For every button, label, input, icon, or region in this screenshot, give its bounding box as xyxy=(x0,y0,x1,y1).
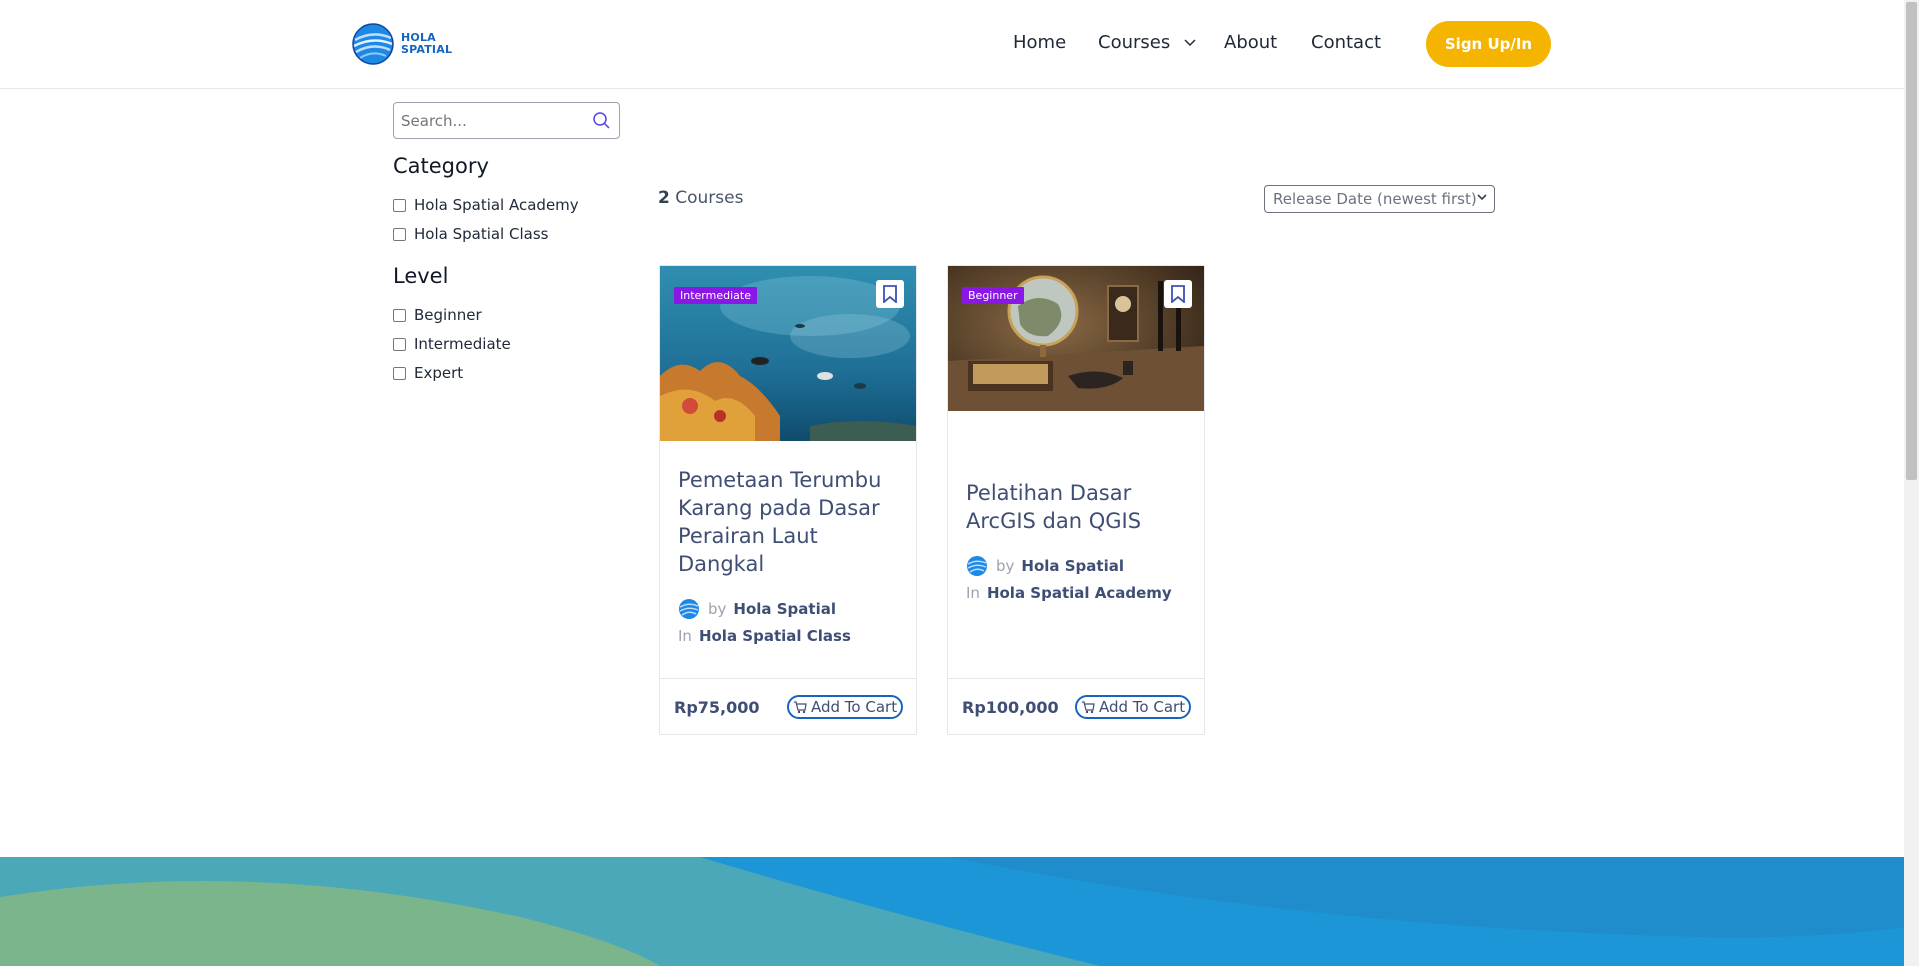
checkbox[interactable] xyxy=(393,366,406,380)
checkbox[interactable] xyxy=(393,337,406,351)
card-footer: Rp75,000 Add To Cart xyxy=(660,678,916,735)
course-author-row: by Hola Spatial xyxy=(678,598,836,620)
level-filter-expert[interactable]: Expert xyxy=(393,364,463,382)
level-badge: Intermediate xyxy=(674,287,757,304)
level-label: Beginner xyxy=(414,306,482,324)
course-author-row: by Hola Spatial xyxy=(966,555,1124,577)
cart-icon xyxy=(794,700,807,713)
category-link[interactable]: Hola Spatial Class xyxy=(699,627,851,645)
level-badge: Beginner xyxy=(962,287,1024,304)
author-avatar xyxy=(679,599,699,619)
course-count-label: Courses xyxy=(675,188,744,208)
course-thumbnail[interactable]: Beginner xyxy=(948,266,1204,411)
footer-wave-decoration xyxy=(0,857,1904,966)
course-title[interactable]: Pemetaan Terumbu Karang pada Dasar Perai… xyxy=(678,466,903,578)
level-label: Intermediate xyxy=(414,335,511,353)
level-filter-intermediate[interactable]: Intermediate xyxy=(393,335,511,353)
nav-about[interactable]: About xyxy=(1224,32,1277,53)
wave-graphic xyxy=(0,857,1904,966)
card-footer: Rp100,000 Add To Cart xyxy=(948,678,1204,735)
in-label: In xyxy=(678,627,692,645)
level-label: Expert xyxy=(414,364,464,382)
course-count: 2 Courses xyxy=(658,188,743,208)
course-count-number: 2 xyxy=(658,188,670,208)
course-title[interactable]: Pelatihan Dasar ArcGIS dan QGIS xyxy=(966,479,1191,535)
checkbox[interactable] xyxy=(393,308,406,322)
logo-text-line2: SPATIAL xyxy=(401,43,453,56)
bookmark-button[interactable] xyxy=(876,280,904,308)
category-link[interactable]: Hola Spatial Academy xyxy=(987,584,1172,602)
category-label: Hola Spatial Academy xyxy=(414,196,579,214)
add-to-cart-label: Add To Cart xyxy=(1099,698,1186,716)
chevron-down-icon xyxy=(1477,194,1487,201)
course-category-row: In Hola Spatial Class xyxy=(678,627,851,645)
nav-contact[interactable]: Contact xyxy=(1311,32,1381,53)
by-label: by xyxy=(708,600,727,618)
nav-courses-label: Courses xyxy=(1098,32,1171,53)
sort-selected-value: Release Date (newest first) xyxy=(1273,190,1477,208)
category-filter-academy[interactable]: Hola Spatial Academy xyxy=(393,196,579,214)
search-icon[interactable] xyxy=(592,111,611,130)
category-label: Hola Spatial Class xyxy=(414,225,549,243)
checkbox[interactable] xyxy=(393,198,406,212)
author-name[interactable]: Hola Spatial xyxy=(733,600,836,618)
author-avatar xyxy=(967,556,987,576)
by-label: by xyxy=(996,557,1015,575)
sort-select[interactable]: Release Date (newest first) xyxy=(1264,185,1495,213)
course-card[interactable]: Intermediate Pemetaan Terumbu Karang pad… xyxy=(659,265,917,735)
bookmark-icon xyxy=(1171,285,1185,303)
bookmark-icon xyxy=(883,285,897,303)
site-logo[interactable]: HOLA SPATIAL xyxy=(351,22,452,66)
add-to-cart-label: Add To Cart xyxy=(811,698,898,716)
course-price: Rp75,000 xyxy=(674,698,760,717)
course-thumbnail[interactable]: Intermediate xyxy=(660,266,916,441)
author-name[interactable]: Hola Spatial xyxy=(1021,557,1124,575)
bookmark-button[interactable] xyxy=(1164,280,1192,308)
globe-logo-icon xyxy=(352,23,394,65)
category-heading: Category xyxy=(393,154,489,178)
level-heading: Level xyxy=(393,264,449,288)
nav-home[interactable]: Home xyxy=(1013,32,1066,53)
site-header: HOLA SPATIAL Home Courses About Contact … xyxy=(0,0,1904,89)
course-card[interactable]: Beginner Pelatihan Dasar ArcGIS dan QGIS… xyxy=(947,265,1205,735)
level-filter-beginner[interactable]: Beginner xyxy=(393,306,482,324)
nav-courses[interactable]: Courses xyxy=(1098,32,1196,53)
in-label: In xyxy=(966,584,980,602)
sign-up-button[interactable]: Sign Up/In xyxy=(1426,21,1551,67)
search-field[interactable] xyxy=(393,102,620,139)
search-input[interactable] xyxy=(394,111,584,130)
checkbox[interactable] xyxy=(393,227,406,241)
cart-icon xyxy=(1082,700,1095,713)
add-to-cart-button[interactable]: Add To Cart xyxy=(787,695,903,719)
scrollbar-thumb[interactable] xyxy=(1906,2,1917,480)
category-filter-class[interactable]: Hola Spatial Class xyxy=(393,225,548,243)
course-price: Rp100,000 xyxy=(962,698,1059,717)
chevron-down-icon xyxy=(1184,39,1196,47)
course-category-row: In Hola Spatial Academy xyxy=(966,584,1172,602)
add-to-cart-button[interactable]: Add To Cart xyxy=(1075,695,1191,719)
